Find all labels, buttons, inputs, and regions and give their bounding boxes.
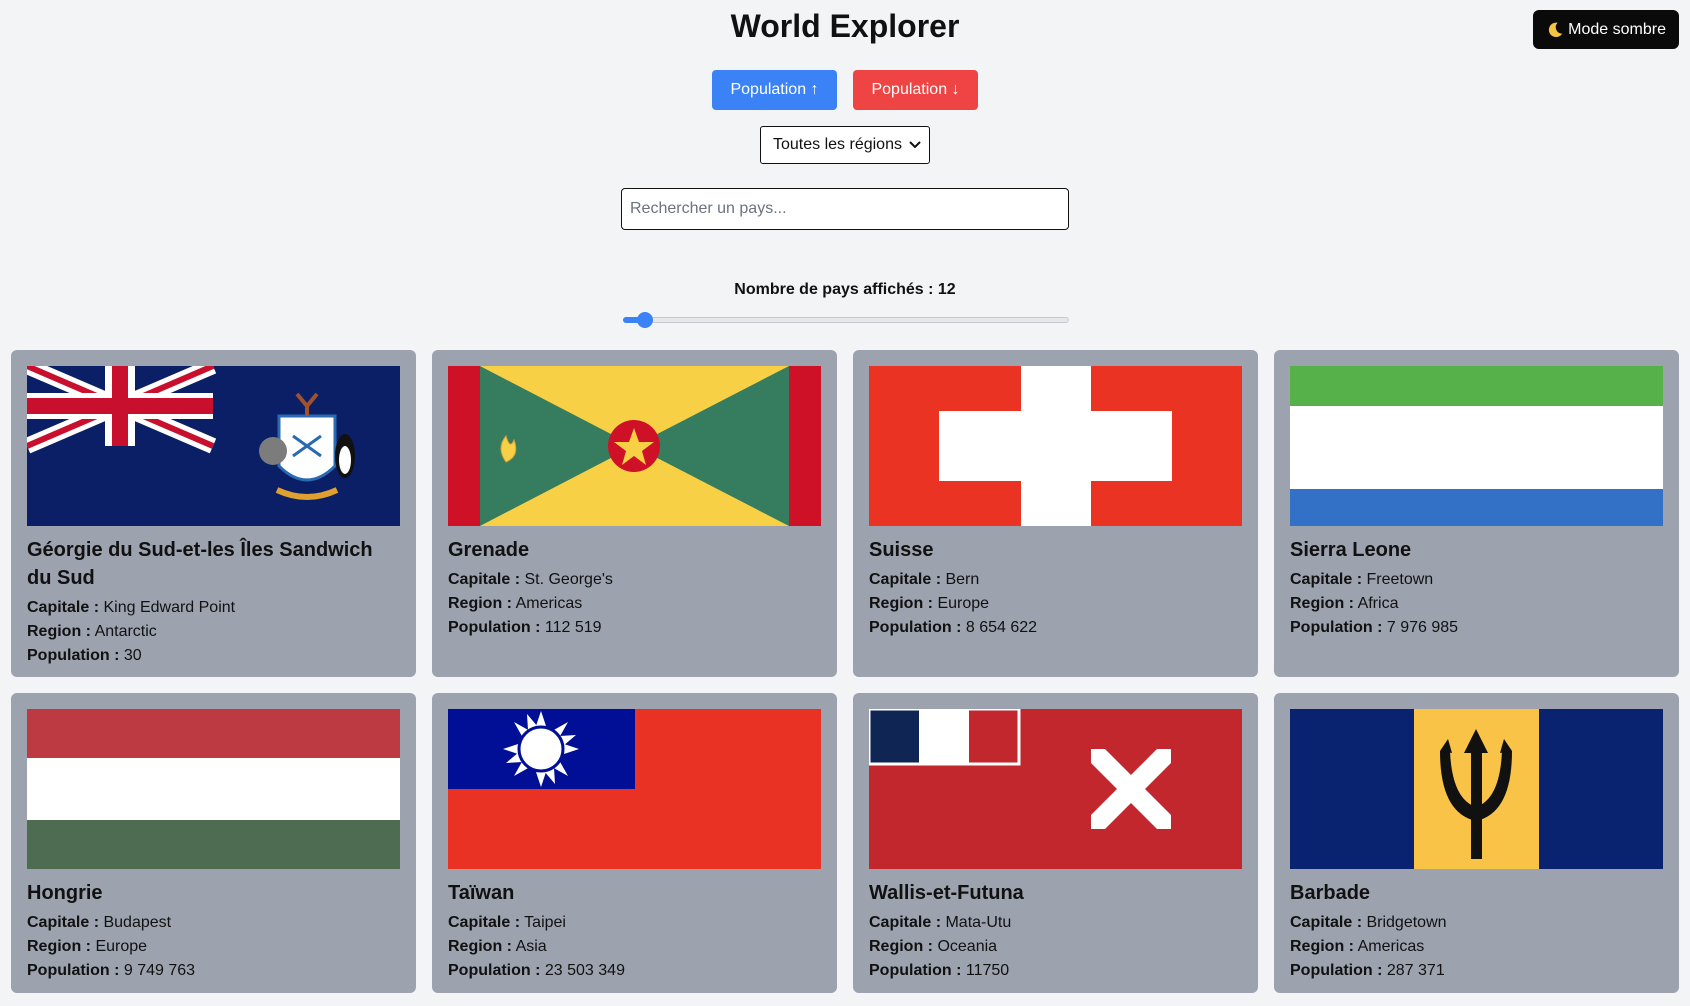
country-capital: Capitale : Taipei [448,914,566,931]
slider-track [623,317,1069,323]
flag-image [1290,709,1663,869]
flag-image [869,709,1242,869]
region-select[interactable]: Toutes les régions [760,126,930,164]
country-region: Region : Antarctic [27,623,157,640]
flag-image [448,709,821,869]
country-name: Barbade [1290,882,1371,904]
sort-population-asc-button[interactable]: Population ↑ [712,70,837,110]
flag-image [27,709,400,869]
country-name: Géorgie du Sud-et-les Îles Sandwich du S… [27,539,373,589]
flag-sle [1290,366,1663,526]
region-select-value: Toutes les régions [773,136,902,153]
chevron-down-icon [909,141,921,149]
country-population: Population : 287 371 [1290,962,1445,979]
slider-thumb[interactable] [637,312,654,328]
country-region: Region : Americas [1290,938,1425,955]
country-name: Grenade [448,539,530,561]
country-card[interactable]: Géorgie du Sud-et-les Îles Sandwich du S… [11,350,416,677]
country-count-slider[interactable] [623,312,1069,328]
flag-sgs [27,366,400,526]
flag-twn [448,709,821,869]
country-capital: Capitale : King Edward Point [27,599,236,616]
country-population: Population : 112 519 [448,619,602,636]
country-population: Population : 11750 [869,962,1010,979]
sort-population-desc-button[interactable]: Population ↓ [853,70,978,110]
country-region: Region : Americas [448,595,583,612]
moon-icon [1549,22,1563,37]
country-capital: Capitale : Mata-Utu [869,914,1012,931]
flag-image [869,366,1242,526]
page-title: World Explorer [730,8,960,44]
country-region: Region : Africa [1290,595,1399,612]
country-card[interactable]: Sierra Leone Capitale : Freetown Region … [1274,350,1679,677]
flag-che [869,366,1242,526]
country-card[interactable]: Barbade Capitale : Bridgetown Region : A… [1274,693,1679,993]
country-name: Taïwan [448,882,515,904]
country-population: Population : 23 503 349 [448,962,625,979]
country-card[interactable]: Wallis-et-Futuna Capitale : Mata-Utu Reg… [853,693,1258,993]
flag-wlf [869,709,1242,869]
flag-image [448,366,821,526]
country-population: Population : 9 749 763 [27,962,196,979]
country-capital: Capitale : Bridgetown [1290,914,1447,931]
dark-mode-label: Mode sombre [1568,20,1666,38]
country-capital: Capitale : Budapest [27,914,172,931]
country-card[interactable]: Taïwan Capitale : Taipei Region : Asia P… [432,693,837,993]
flag-image [27,366,400,526]
country-population: Population : 8 654 622 [869,619,1038,636]
country-region: Region : Oceania [869,938,998,955]
flag-hun [27,709,400,869]
country-name: Hongrie [27,882,103,904]
country-name: Wallis-et-Futuna [869,882,1024,904]
country-region: Region : Europe [27,938,148,955]
country-capital: Capitale : St. George's [448,571,613,588]
flag-brb [1290,709,1663,869]
country-card[interactable]: Suisse Capitale : Bern Region : Europe P… [853,350,1258,677]
dark-mode-button[interactable]: Mode sombre [1533,10,1679,49]
country-population: Population : 7 976 985 [1290,619,1459,636]
country-card[interactable]: Grenade Capitale : St. George's Region :… [432,350,837,677]
country-name: Suisse [869,539,934,561]
search-input[interactable] [621,188,1069,230]
country-count-label: Nombre de pays affichés : 12 [734,281,956,298]
flag-grd [448,366,821,526]
country-population: Population : 30 [27,647,142,664]
country-name: Sierra Leone [1290,539,1412,561]
sort-controls: Population ↑ Population ↓ [0,70,1690,110]
flag-image [1290,366,1663,526]
country-capital: Capitale : Bern [869,571,980,588]
country-grid: Géorgie du Sud-et-les Îles Sandwich du S… [11,350,1681,993]
country-region: Region : Europe [869,595,990,612]
country-region: Region : Asia [448,938,547,955]
country-capital: Capitale : Freetown [1290,571,1434,588]
country-card[interactable]: Hongrie Capitale : Budapest Region : Eur… [11,693,416,993]
